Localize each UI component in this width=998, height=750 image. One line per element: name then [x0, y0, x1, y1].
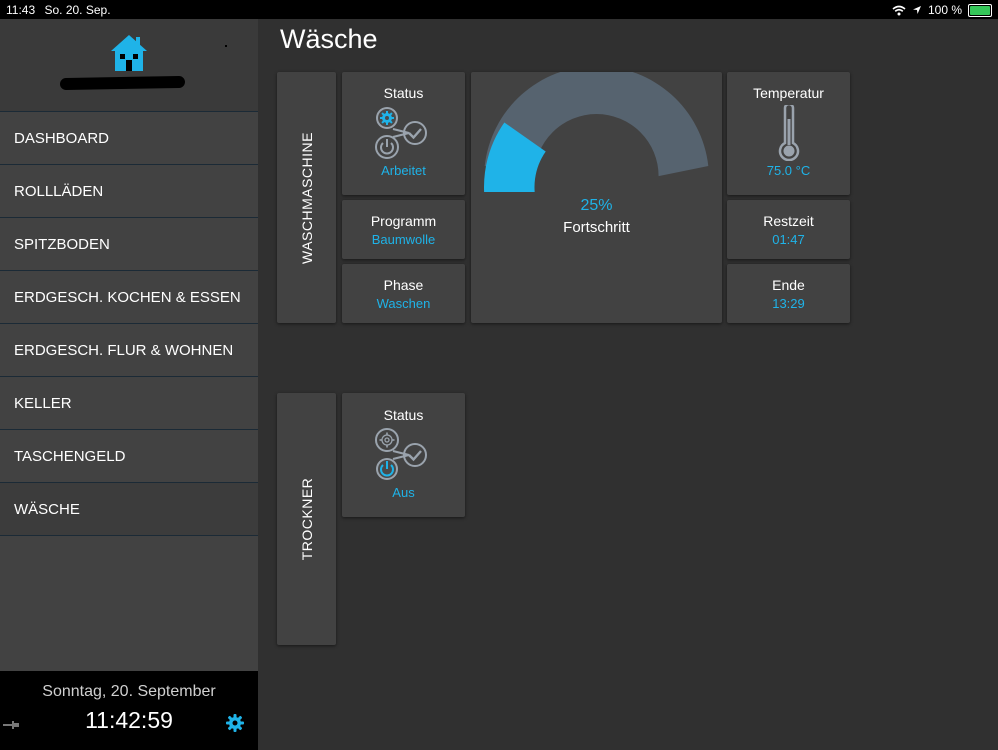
- washer-progress-gauge[interactable]: 25% Fortschritt: [471, 72, 722, 323]
- washer-end-tile[interactable]: Ende 13:29: [727, 264, 850, 323]
- sidebar-item-label: DASHBOARD: [14, 129, 110, 147]
- sidebar-item-label: WÄSCHE: [14, 500, 80, 518]
- status-date: So. 20. Sep.: [44, 3, 111, 17]
- sidebar: DASHBOARD ROLLLÄDEN SPITZBODEN ERDGESCH.…: [0, 19, 258, 750]
- location-icon: [912, 6, 921, 14]
- washer-phase-tile[interactable]: Phase Waschen: [342, 264, 465, 323]
- washer-status-icon: [374, 107, 427, 159]
- pin-icon[interactable]: [3, 720, 19, 730]
- footer-date: Sonntag, 20. September: [42, 683, 216, 700]
- sidebar-item-label: TASCHENGELD: [14, 447, 126, 465]
- dryer-status-icon: [374, 428, 427, 480]
- washer-status-value: Arbeitet: [381, 163, 426, 178]
- sidebar-item-rolllaeden[interactable]: ROLLLÄDEN: [0, 165, 258, 218]
- battery-label: 100 %: [927, 3, 962, 17]
- sidebar-item-spitzboden[interactable]: SPITZBODEN: [0, 218, 258, 271]
- washer-temperature-title: Temperatur: [753, 85, 824, 101]
- gauge-svg: [484, 72, 709, 192]
- washer-program-title: Programm: [370, 213, 437, 229]
- sidebar-footer: Sonntag, 20. September 11:42:59: [0, 671, 258, 750]
- washer-status-title: Status: [383, 85, 424, 101]
- sidebar-item-label: KELLER: [14, 394, 72, 412]
- sidebar-item-kochen-essen[interactable]: ERDGESCH. KOCHEN & ESSEN: [0, 271, 258, 324]
- washer-temperature-tile[interactable]: Temperatur 75.0 °C: [727, 72, 850, 195]
- washer-status-tile[interactable]: Status Arbeitet: [342, 72, 465, 195]
- washer-end-value: 13:29: [772, 296, 805, 311]
- sidebar-item-label: ERDGESCH. KOCHEN & ESSEN: [14, 288, 241, 306]
- battery-icon: [968, 3, 992, 17]
- sidebar-header: [0, 19, 258, 112]
- status-bar: 11:43 So. 20. Sep. 100 %: [0, 0, 998, 19]
- wifi-icon: [892, 5, 906, 15]
- sidebar-item-taschengeld[interactable]: TASCHENGELD: [0, 430, 258, 483]
- sidebar-item-dashboard[interactable]: DASHBOARD: [0, 112, 258, 165]
- sidebar-item-label: SPITZBODEN: [14, 235, 110, 253]
- washer-remaining-value: 01:47: [772, 232, 805, 247]
- washer-end-title: Ende: [772, 277, 805, 293]
- washer-phase-value: Waschen: [376, 296, 431, 311]
- washer-remaining-tile[interactable]: Restzeit 01:47: [727, 200, 850, 259]
- dryer-status-tile[interactable]: Status Aus: [342, 393, 465, 517]
- thermometer-icon: [778, 105, 799, 161]
- washer-program-value: Baumwolle: [371, 232, 436, 247]
- dryer-group-label: TROCKNER: [298, 477, 315, 561]
- washer-group-label: WASCHMASCHINE: [298, 131, 315, 264]
- dryer-group-label-card: TROCKNER: [277, 393, 336, 645]
- footer-clock: 11:42:59: [85, 707, 173, 733]
- sidebar-item-waesche[interactable]: WÄSCHE: [0, 483, 258, 536]
- gauge-percent: 25%: [580, 197, 613, 214]
- redacted-name: [59, 75, 186, 91]
- sidebar-item-label: ROLLLÄDEN: [14, 182, 104, 200]
- status-time: 11:43: [6, 3, 36, 17]
- sidebar-item-label: ERDGESCH. FLUR & WOHNEN: [14, 341, 234, 359]
- sidebar-nav: DASHBOARD ROLLLÄDEN SPITZBODEN ERDGESCH.…: [0, 112, 258, 536]
- washer-temperature-value: 75.0 °C: [766, 163, 811, 178]
- washer-group-label-card: WASCHMASCHINE: [277, 72, 336, 323]
- house-icon: [111, 35, 147, 71]
- washer-remaining-title: Restzeit: [763, 213, 814, 229]
- page-title: Wäsche: [280, 24, 378, 54]
- dryer-status-title: Status: [383, 407, 424, 423]
- gauge-label: Fortschritt: [563, 219, 630, 236]
- washer-phase-title: Phase: [383, 277, 424, 293]
- washer-program-tile[interactable]: Programm Baumwolle: [342, 200, 465, 259]
- gear-icon[interactable]: [226, 714, 244, 732]
- sidebar-item-flur-wohnen[interactable]: ERDGESCH. FLUR & WOHNEN: [0, 324, 258, 377]
- sidebar-item-keller[interactable]: KELLER: [0, 377, 258, 430]
- dryer-status-value: Aus: [392, 485, 415, 500]
